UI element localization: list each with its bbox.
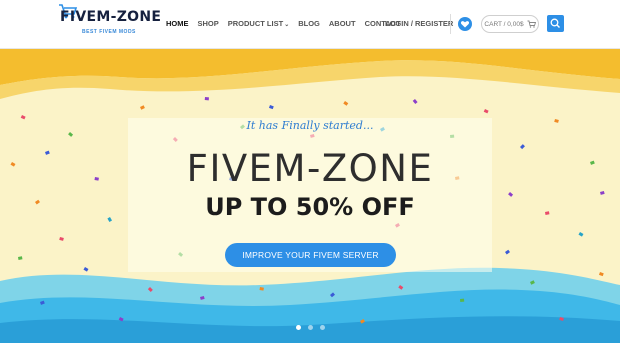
- search-button[interactable]: [547, 15, 564, 32]
- logo-subtitle: BEST FIVEM MODS: [82, 29, 136, 35]
- nav-product-list[interactable]: PRODUCT LIST⌄: [228, 19, 289, 28]
- login-register-link[interactable]: LOGIN / REGISTER: [385, 19, 453, 28]
- cart-button[interactable]: CART / 0,00$: [481, 15, 539, 33]
- hero-title: FIVEM-ZONE: [186, 147, 434, 190]
- nav-product-list-label: PRODUCT LIST: [227, 19, 284, 28]
- slider-dot-2[interactable]: [307, 325, 313, 330]
- header-divider: [450, 14, 451, 34]
- hero-slider: It has Finally started... FIVEM-ZONE UP …: [0, 49, 620, 343]
- hero-subtitle: UP TO 50% OFF: [205, 193, 415, 221]
- basket-icon: [527, 20, 536, 28]
- logo-title: FIVEM-ZONE: [60, 9, 162, 25]
- nav-home[interactable]: HOME: [166, 19, 189, 28]
- heart-icon: [460, 21, 470, 28]
- nav-shop[interactable]: SHOP: [198, 19, 219, 28]
- search-icon: [550, 18, 560, 28]
- logo[interactable]: FIVEM-ZONE BEST FIVEM MODS: [59, 4, 161, 43]
- slider-dot-1[interactable]: [295, 325, 301, 330]
- hero-tagline: It has Finally started...: [246, 119, 374, 132]
- main-nav: HOME SHOP PRODUCT LIST⌄ BLOG ABOUT CONTA…: [166, 19, 401, 28]
- cart-label: CART / 0,00$: [484, 20, 524, 28]
- site-header: FIVEM-ZONE BEST FIVEM MODS HOME SHOP PRO…: [0, 0, 620, 49]
- nav-blog[interactable]: BLOG: [298, 19, 320, 28]
- chevron-down-icon: ⌄: [284, 22, 290, 28]
- slider-dots: [0, 325, 620, 330]
- wishlist-button[interactable]: [458, 17, 472, 31]
- slider-dot-3[interactable]: [319, 325, 325, 330]
- improve-server-button[interactable]: IMPROVE YOUR FIVEM SERVER: [225, 243, 396, 267]
- nav-about[interactable]: ABOUT: [329, 19, 356, 28]
